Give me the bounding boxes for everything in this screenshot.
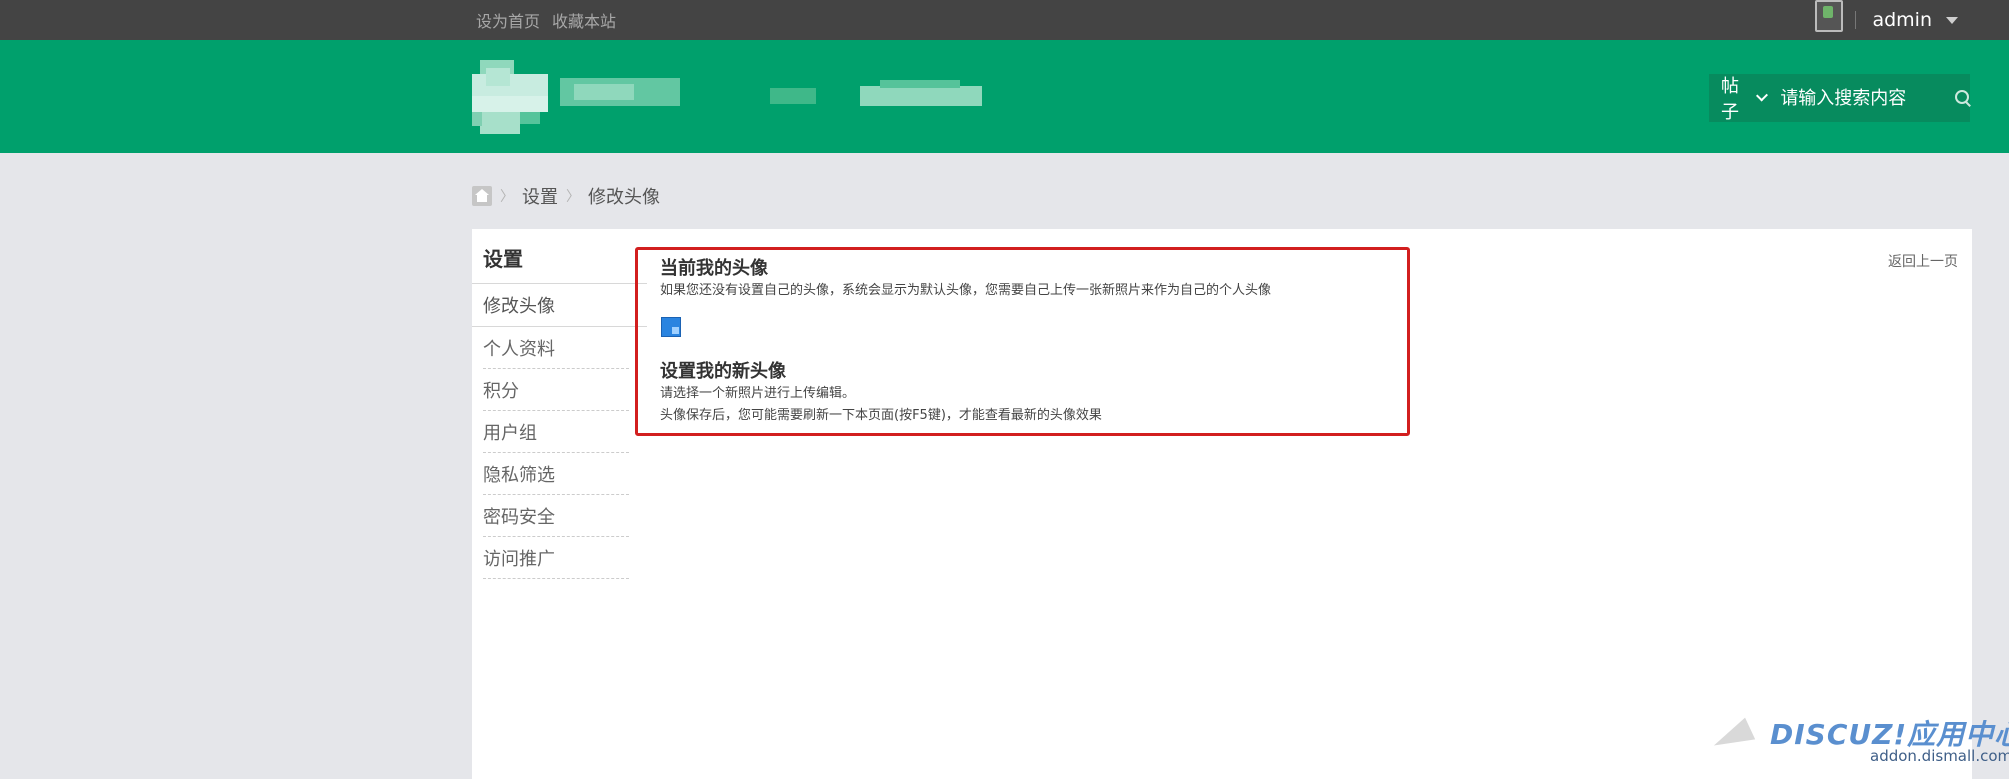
- search-type-select[interactable]: 帖子: [1721, 72, 1769, 124]
- breadcrumb-settings[interactable]: 设置: [522, 183, 558, 209]
- bookmark-site-link[interactable]: 收藏本站: [552, 8, 616, 32]
- sidebar-item-privacy[interactable]: 隐私筛选: [483, 453, 629, 495]
- discuz-watermark: DISCUZ!应用中心 addon.dismall.com: [1708, 713, 2009, 765]
- user-avatar-icon[interactable]: [1811, 0, 1851, 40]
- top-links: 设为首页 收藏本站: [476, 0, 616, 40]
- new-avatar-desc: 请选择一个新照片进行上传编辑。: [660, 386, 856, 401]
- new-avatar-note: 头像保存后，您可能需要刷新一下本页面(按F5键)，才能查看最新的头像效果: [660, 408, 1102, 423]
- avatar-content-highlight: 当前我的头像 如果您还没有设置自己的头像，系统会显示为默认头像，您需要自己上传一…: [635, 247, 1410, 436]
- sidebar-item-password[interactable]: 密码安全: [483, 495, 629, 537]
- new-avatar-title: 设置我的新头像: [660, 361, 786, 382]
- chevron-down-icon: [1756, 89, 1769, 102]
- current-avatar-image: [661, 317, 681, 337]
- breadcrumb-current: 修改头像: [588, 187, 660, 208]
- search-type-label: 帖子: [1721, 76, 1739, 123]
- home-icon[interactable]: [472, 186, 492, 206]
- site-header: [0, 40, 2009, 153]
- current-avatar-title: 当前我的头像: [660, 258, 768, 279]
- sidebar-title: 设置: [483, 247, 523, 271]
- sidebar-item-promotion[interactable]: 访问推广: [483, 537, 629, 579]
- divider: [1855, 11, 1857, 29]
- main-panel: 设置 修改头像 个人资料 积分 用户组 隐私筛选 密码安全 访问推广 返回上一页…: [472, 229, 1972, 779]
- nav-item-blur-3: [880, 80, 960, 88]
- breadcrumb: 〉 设置 〉 修改头像: [472, 183, 660, 209]
- breadcrumb-separator-icon: 〉: [500, 189, 514, 205]
- username[interactable]: admin: [1872, 9, 1932, 31]
- cursor-arrow-icon: [1708, 717, 1756, 757]
- top-bar: 设为首页 收藏本站 admin: [0, 0, 2009, 40]
- search-icon[interactable]: [1954, 89, 1970, 107]
- breadcrumb-separator-icon: 〉: [566, 189, 580, 205]
- watermark-url: addon.dismall.com: [1870, 747, 2009, 765]
- set-homepage-link[interactable]: 设为首页: [476, 8, 540, 32]
- sidebar-menu: 修改头像 个人资料 积分 用户组 隐私筛选 密码安全 访问推广: [472, 283, 647, 579]
- caret-down-icon[interactable]: [1946, 16, 1958, 24]
- sidebar-item-avatar[interactable]: 修改头像: [472, 283, 647, 327]
- site-name-blur-2: [574, 84, 634, 100]
- back-link[interactable]: 返回上一页: [1888, 251, 1958, 271]
- sidebar-item-profile[interactable]: 个人资料: [483, 327, 629, 369]
- sidebar-item-usergroup[interactable]: 用户组: [483, 411, 629, 453]
- site-logo[interactable]: [472, 60, 548, 134]
- nav-item-blur-2[interactable]: [860, 86, 982, 106]
- sidebar-item-credits[interactable]: 积分: [483, 369, 629, 411]
- search-box: 帖子: [1709, 72, 1970, 124]
- nav-item-blur[interactable]: [770, 88, 816, 104]
- current-avatar-desc: 如果您还没有设置自己的头像，系统会显示为默认头像，您需要自己上传一张新照片来作为…: [660, 283, 1272, 298]
- user-menu[interactable]: admin: [1811, 0, 1958, 40]
- search-input[interactable]: [1780, 87, 1951, 109]
